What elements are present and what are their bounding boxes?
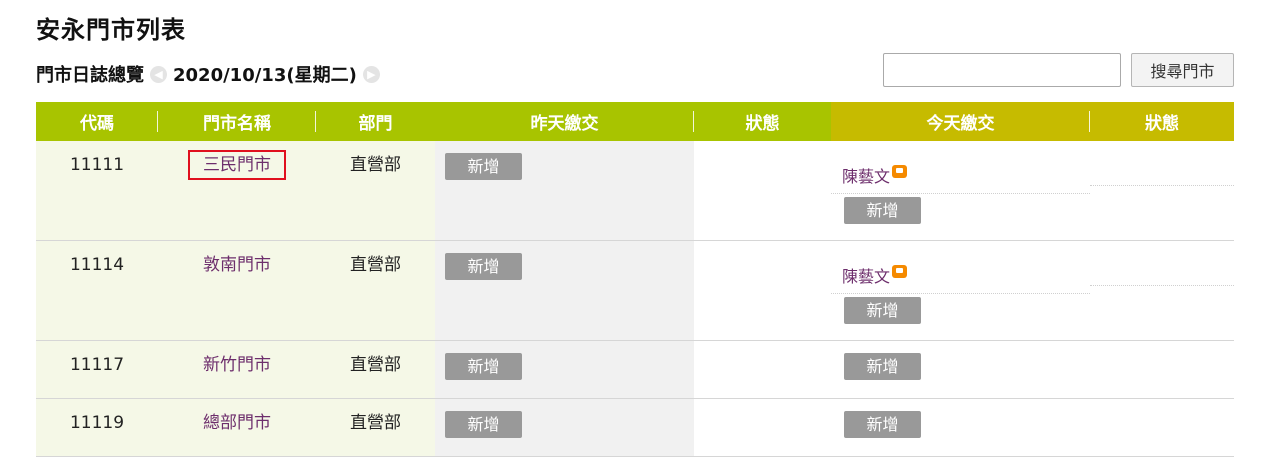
add-yesterday-button[interactable]: 新增 <box>445 353 522 380</box>
page-title: 安永門市列表 <box>36 16 186 44</box>
chevron-left-icon[interactable]: ◀ <box>150 65 167 83</box>
overview-label: 門市日誌總覽 <box>36 65 144 86</box>
chevron-right-icon[interactable]: ▶ <box>362 65 380 83</box>
store-link[interactable]: 總部門市 <box>203 413 271 433</box>
header-code: 代碼 <box>36 102 158 141</box>
table-header-row: 代碼 門市名稱 部門 昨天繳交 狀態 今天繳交 狀態 <box>36 102 1234 141</box>
department: 直營部 <box>316 398 435 457</box>
yesterday-status <box>694 240 831 341</box>
store-link[interactable]: 新竹門市 <box>203 355 271 375</box>
table-row: 11111 三民門市 直營部 新增 陳藝文 新增 <box>36 141 1234 241</box>
add-yesterday-button[interactable]: 新增 <box>445 153 522 180</box>
add-today-button[interactable]: 新增 <box>844 197 921 224</box>
today-status <box>1090 240 1234 341</box>
yesterday-cell: 新增 <box>435 340 694 399</box>
header-today-submit: 今天繳交 <box>831 102 1090 141</box>
add-yesterday-button[interactable]: 新增 <box>445 253 522 280</box>
department: 直營部 <box>316 340 435 399</box>
store-name-cell: 三民門市 <box>158 141 316 241</box>
today-status <box>1090 340 1234 399</box>
note-icon[interactable] <box>892 264 908 278</box>
store-table: 代碼 門市名稱 部門 昨天繳交 狀態 今天繳交 狀態 11111 三民門市 直營… <box>36 102 1234 457</box>
today-cell: 新增 <box>831 340 1090 399</box>
today-status <box>1090 141 1234 241</box>
note-icon[interactable] <box>892 164 908 178</box>
add-today-button[interactable]: 新增 <box>844 411 921 438</box>
today-cell: 陳藝文 新增 <box>831 240 1092 341</box>
submitter-name[interactable]: 陳藝文 <box>842 163 890 187</box>
add-yesterday-button[interactable]: 新增 <box>445 411 522 438</box>
today-cell: 陳藝文 新增 <box>831 141 1092 241</box>
header-yesterday-status: 狀態 <box>694 102 831 141</box>
header-yesterday-submit: 昨天繳交 <box>435 102 694 141</box>
current-date: 2020/10/13(星期二) <box>173 65 357 86</box>
department: 直營部 <box>316 240 435 341</box>
table-row: 11114 敦南門市 直營部 新增 陳藝文 新增 <box>36 240 1234 341</box>
header-today-status: 狀態 <box>1090 102 1234 141</box>
submitter-name[interactable]: 陳藝文 <box>842 263 890 287</box>
yesterday-cell: 新增 <box>435 240 694 341</box>
store-code: 11111 <box>36 141 158 241</box>
store-link[interactable]: 三民門市 <box>188 150 286 180</box>
search-input[interactable] <box>883 53 1121 87</box>
store-name-cell: 總部門市 <box>158 398 316 457</box>
store-code: 11117 <box>36 340 158 399</box>
yesterday-status <box>694 398 831 457</box>
store-name-cell: 敦南門市 <box>158 240 316 341</box>
store-code: 11119 <box>36 398 158 457</box>
add-today-button[interactable]: 新增 <box>844 353 921 380</box>
search-button[interactable]: 搜尋門市 <box>1131 53 1234 87</box>
store-code: 11114 <box>36 240 158 341</box>
yesterday-cell: 新增 <box>435 141 694 241</box>
header-department: 部門 <box>316 102 435 141</box>
header-store-name: 門市名稱 <box>158 102 316 141</box>
today-cell: 新增 <box>831 398 1090 457</box>
today-status <box>1090 398 1234 457</box>
add-today-button[interactable]: 新增 <box>844 297 921 324</box>
store-name-cell: 新竹門市 <box>158 340 316 399</box>
table-row: 11119 總部門市 直營部 新增 新增 <box>36 398 1234 457</box>
yesterday-status <box>694 141 831 241</box>
department: 直營部 <box>316 141 435 241</box>
yesterday-cell: 新增 <box>435 398 694 457</box>
store-link[interactable]: 敦南門市 <box>203 255 271 275</box>
date-navigator: 門市日誌總覽 ◀ 2020/10/13(星期二) ▶ <box>36 60 386 88</box>
yesterday-status <box>694 340 831 399</box>
table-row: 11117 新竹門市 直營部 新增 新增 <box>36 340 1234 399</box>
